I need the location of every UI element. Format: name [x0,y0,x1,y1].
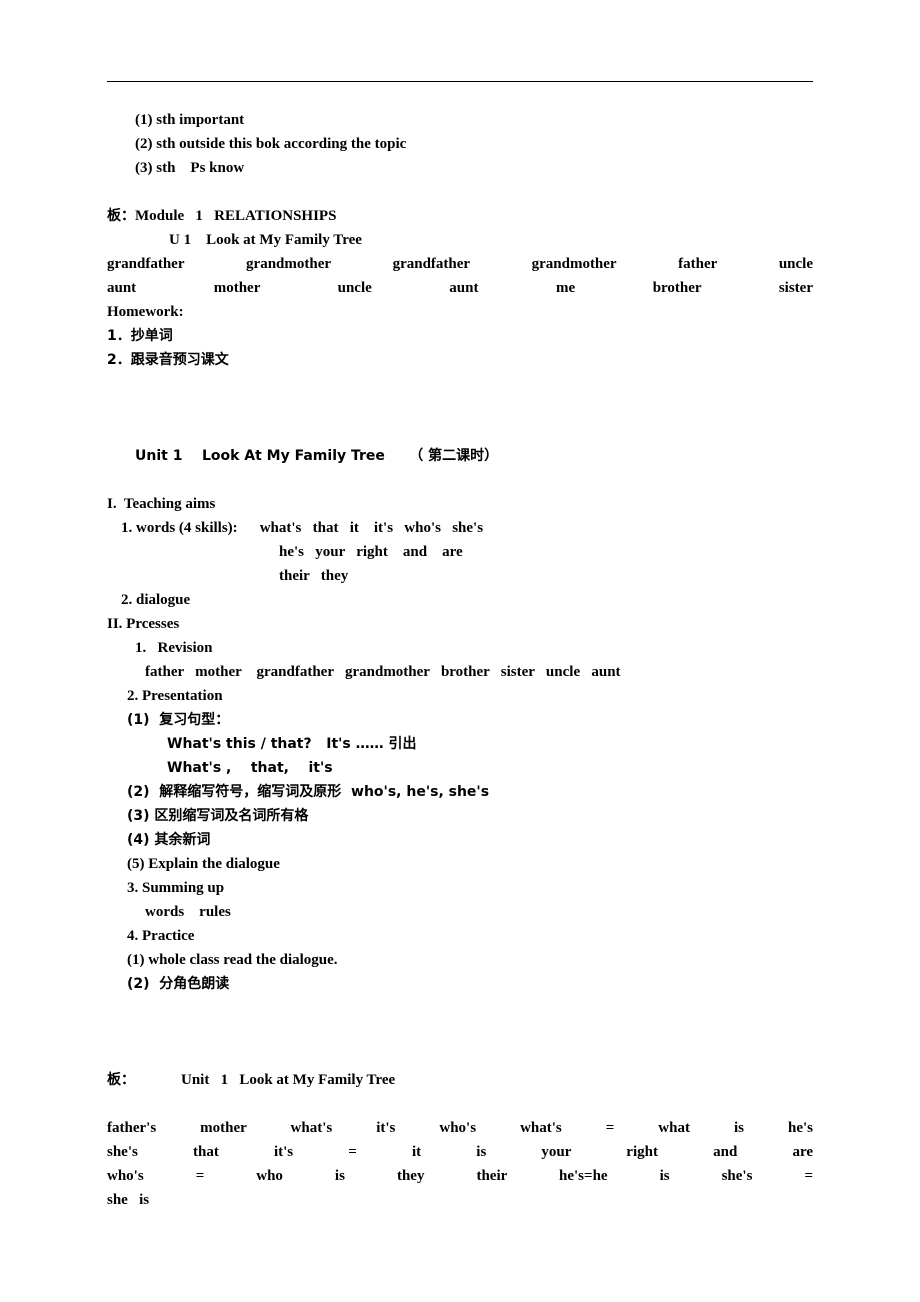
words-label: 1. words (4 skills): [121,520,238,536]
practice-item: (1) whole class read the dialogue. [127,952,338,968]
presentation-item: What's this / that? It's …… 引出 [107,732,813,756]
presentation-heading: 2. Presentation [127,688,223,704]
revision-heading: 1. Revision [135,640,213,656]
board-label: 板： [107,208,135,224]
presentation-item-2: What's this / that? It's …… 引出 [167,736,417,752]
blank-lines [107,372,813,444]
homework-item: 2．跟录音预习课文 [107,348,813,372]
board-summary-line: she is [107,1192,150,1208]
homework-item-1: 1．抄单词 [107,328,173,344]
family-words-line-2: aunt mother uncle aunt me brother sister [107,280,813,296]
processes-heading: II. Prcesses [107,616,180,632]
board-summary-line: father's mother what's it's who's what's… [107,1120,813,1136]
words-line-2: he's your right and are [279,544,463,560]
presentation-item-5: (3) 区别缩写词及名词所有格 [127,808,309,824]
board-title: Unit 1 Look at My Family Tree [181,1072,396,1088]
presentation-item: What's , that, it's [107,756,813,780]
summing-up-heading: 3. Summing up [127,880,225,896]
words-line-2-row: he's your right and are [107,540,813,564]
homework-label: Homework: [107,304,184,320]
presentation-item: (1) 复习句型： [107,708,813,732]
unit-heading-text: Unit 1 Look At My Family Tree （ 第二课时） [135,448,499,464]
presentation-item: (4) 其余新词 [107,828,813,852]
board-summary-line: who's = who is they their he's=he is she… [107,1168,813,1184]
unit-heading: Unit 1 Look At My Family Tree （ 第二课时） [107,444,813,468]
list-item: (2) sth outside this bok according the t… [135,136,407,152]
presentation-item-1: (1) 复习句型： [127,712,230,728]
practice-item: (2) 分角色朗读 [107,972,813,996]
document-page: (1) sth important (2) sth outside this b… [0,0,920,1302]
homework-item-2: 2．跟录音预习课文 [107,352,229,368]
board-label: 板： [107,1072,135,1088]
dialogue-item: 2. dialogue [121,592,191,608]
words-line-3-row: their they [107,564,813,588]
practice-item-2: (2) 分角色朗读 [127,976,230,992]
words-line-3: their they [279,568,349,584]
teaching-aims-heading: I. Teaching aims [107,496,216,512]
list-item: (3) sth Ps know [135,160,245,176]
summing-up-items: words rules [145,904,231,920]
header-horizontal-rule [107,81,813,82]
presentation-item-3: What's , that, it's [167,760,333,776]
practice-heading: 4. Practice [127,928,195,944]
homework-item: 1．抄单词 [107,324,813,348]
family-words-line-1: grandfather grandmother grandfather gran… [107,256,813,272]
words-skills-line: 1. words (4 skills): what's that it it's … [107,516,813,540]
presentation-item: (3) 区别缩写词及名词所有格 [107,804,813,828]
board-summary-line: she's that it's = it is your right and a… [107,1144,813,1160]
document-body: (1) sth important (2) sth outside this b… [107,108,813,1212]
board-subtitle: U 1 Look at My Family Tree [169,232,362,248]
list-item: (1) sth important [135,112,245,128]
revision-words: father mother grandfather grandmother br… [145,664,621,680]
presentation-item: (5) Explain the dialogue [127,856,280,872]
presentation-item-4: (2) 解释缩写符号，缩写词及原形 who's, he's, she's [127,784,490,800]
board-title: Module 1 RELATIONSHIPS [135,208,337,224]
presentation-item-6: (4) 其余新词 [127,832,211,848]
board-heading-module: 板：Module 1 RELATIONSHIPS [107,204,813,228]
board-heading-unit: 板： Unit 1 Look at My Family Tree [107,1068,813,1092]
words-line-1: what's that it it's who's she's [259,520,484,536]
blank-lines [107,996,813,1068]
presentation-item: (2) 解释缩写符号，缩写词及原形 who's, he's, she's [107,780,813,804]
